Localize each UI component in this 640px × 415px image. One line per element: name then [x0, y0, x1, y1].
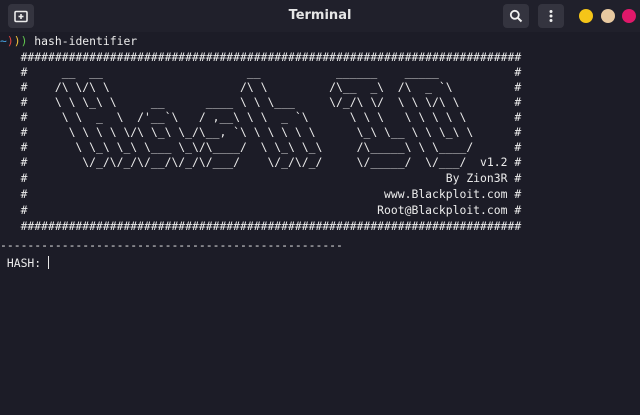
banner-line: # /\ \/\ \ /\ \ /\__ _\ /\ _ `\ # — [0, 80, 522, 94]
banner-line: # \/_/\/_/\/__/\/_/\/___/ \/_/\/_/ \/___… — [0, 155, 522, 169]
banner-line: # \ \ \_\ \ __ ____ \ \ \___ \/_/\ \/ \ … — [0, 95, 522, 109]
banner-line: ########################################… — [0, 219, 522, 233]
new-tab-button[interactable] — [8, 4, 34, 28]
terminal-window: Terminal ~))) hash-identifier ##########… — [0, 0, 640, 415]
close-button[interactable] — [622, 9, 636, 23]
hash-input-line[interactable]: HASH: — [0, 256, 50, 270]
banner-line: # Root@Blackploit.com # — [0, 203, 522, 217]
menu-button[interactable] — [538, 4, 564, 28]
search-button[interactable] — [503, 4, 529, 28]
separator-line: ----------------------------------------… — [0, 238, 343, 252]
maximize-button[interactable] — [601, 9, 615, 23]
banner-line: ########################################… — [0, 50, 522, 64]
banner-line: # __ __ __ ______ _____ # — [0, 65, 522, 79]
banner-line: # www.Blackploit.com # — [0, 187, 522, 201]
banner-line: # By Zion3R # — [0, 171, 522, 185]
prompt-command: hash-identifier — [27, 34, 138, 48]
search-icon — [509, 9, 523, 23]
new-tab-icon — [14, 10, 28, 23]
prompt-line: ~))) hash-identifier — [0, 34, 137, 48]
prompt-chevron-yellow: ) — [13, 34, 21, 48]
prompt-tilde: ~ — [0, 34, 7, 48]
minimize-button[interactable] — [579, 9, 593, 23]
banner-line: # \ \ \ \ \/\ \_\ \_/\__, `\ \ \ \ \ \ \… — [0, 125, 522, 139]
banner-line: # \ \_\ \_\ \___ \_\/\____/ \ \_\ \_\ /\… — [0, 140, 522, 154]
banner-line: # \ \ _ \ /'__`\ / ,__\ \ \ _ `\ \ \ \ \… — [0, 110, 522, 124]
terminal-output[interactable]: ~))) hash-identifier ###################… — [0, 32, 640, 415]
hash-input-label: HASH: — [0, 256, 49, 270]
title-bar: Terminal — [0, 0, 640, 32]
kebab-menu-icon — [549, 10, 553, 22]
prompt-chevron-red: ) — [6, 34, 14, 48]
text-cursor — [48, 256, 50, 269]
